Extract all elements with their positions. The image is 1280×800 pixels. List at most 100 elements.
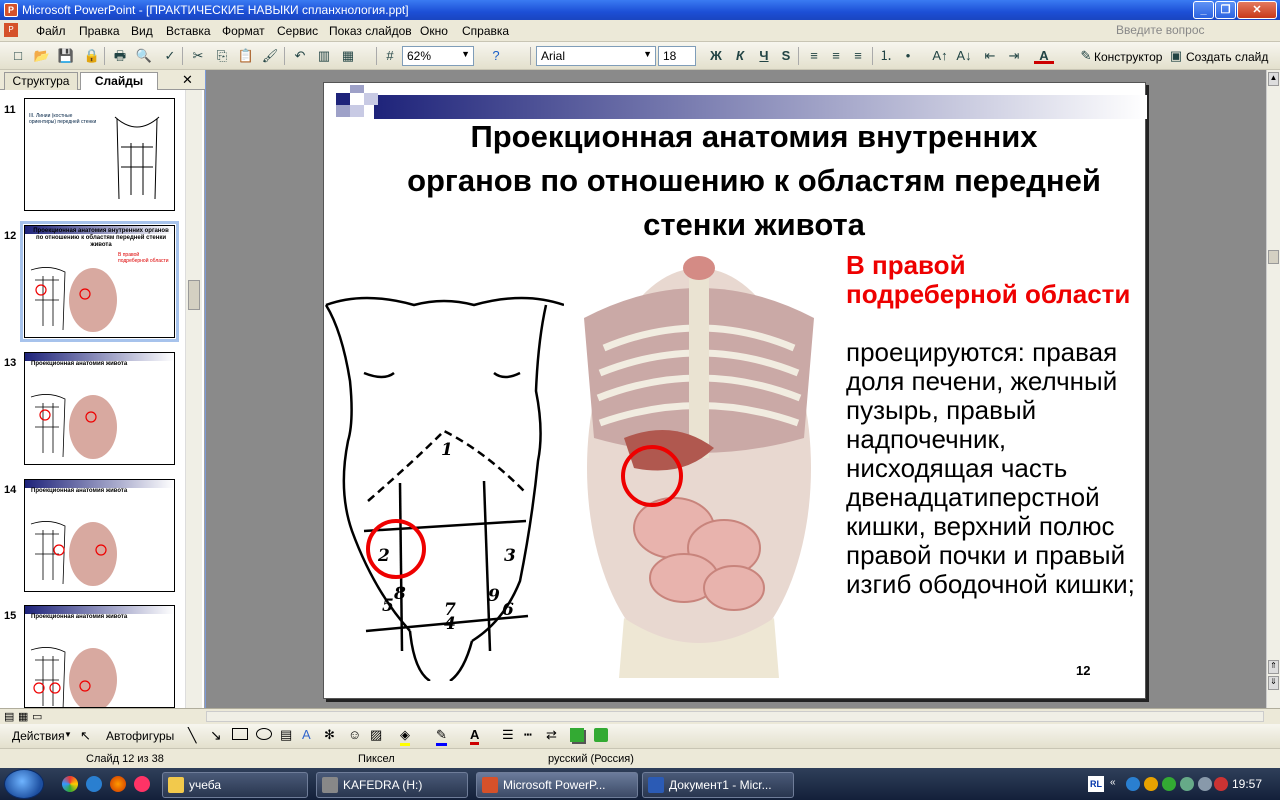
slides-pane-scrollbar[interactable] [185,90,202,708]
menu-slideshow[interactable]: Показ слайдов [329,24,412,38]
task-word[interactable]: Документ1 - Micr... [642,772,794,798]
cut-icon[interactable]: ✂ [188,46,208,66]
tab-slides[interactable]: Слайды [80,72,158,90]
underline-button[interactable]: Ч [754,46,774,66]
decrease-font-icon[interactable]: A↓ [954,46,974,66]
slide-thumbnail[interactable]: Проекционная анатомия живота [24,479,175,592]
grid-icon[interactable]: # [380,46,400,66]
vertical-scrollbar[interactable]: ▲ ⇑ ⇓ [1266,70,1280,708]
save-icon[interactable]: 💾 [56,46,76,66]
maximize-button[interactable]: ❐ [1215,1,1236,19]
spelling-icon[interactable]: ✓ [160,46,180,66]
network-icon[interactable] [1162,777,1176,791]
line-icon[interactable]: ╲ [188,727,196,744]
help-icon[interactable]: ? [486,46,506,66]
align-left-icon[interactable]: ≡ [804,46,824,66]
picture-icon[interactable]: ▨ [370,727,382,743]
close-pane-icon[interactable]: ✕ [182,72,193,88]
clock[interactable]: 19:57 [1232,777,1262,791]
show-hidden-icon[interactable]: « [1110,777,1116,788]
arrow-style-icon[interactable]: ⇄ [546,727,557,743]
task-drive[interactable]: KAFEDRA (H:) [316,772,468,798]
numbered-list-icon[interactable]: ⒈ [876,46,896,66]
zoom-select[interactable]: 62% ▼ [402,46,474,66]
bullet-list-icon[interactable]: • [898,46,918,66]
menu-edit[interactable]: Правка [79,24,120,38]
task-powerpoint[interactable]: Microsoft PowerP... [476,772,638,798]
print-preview-icon[interactable]: 🔍 [134,46,154,66]
chrome-icon[interactable] [62,776,78,792]
increase-indent-icon[interactable]: ⇥ [1004,46,1024,66]
tab-outline[interactable]: Структура [4,72,78,90]
menu-tools[interactable]: Сервис [277,24,318,38]
task-folder[interactable]: учеба [162,772,308,798]
slide-thumbnail[interactable]: Проекционная анатомия живота [24,605,175,708]
font-size-select[interactable]: 18 [658,46,696,66]
italic-button[interactable]: К [730,46,750,66]
shadow-style-icon[interactable] [570,728,584,742]
decrease-indent-icon[interactable]: ⇤ [980,46,1000,66]
new-icon[interactable]: □ [8,46,28,66]
line-color-icon[interactable]: ✎ [436,727,447,746]
antivirus-icon[interactable] [1214,777,1228,791]
update-icon[interactable] [1126,777,1140,791]
font-color-icon[interactable]: A [1034,46,1054,64]
bold-button[interactable]: Ж [706,46,726,66]
normal-view-icon[interactable]: ▤ [4,710,14,723]
firefox-icon[interactable] [110,776,126,792]
start-button[interactable] [4,769,44,799]
shadow-button[interactable]: S [776,46,796,66]
font-color-icon[interactable]: A [470,727,480,745]
wordart-icon[interactable]: A [302,727,311,742]
clipart-icon[interactable]: ☺ [348,727,361,742]
font-select[interactable]: Arial ▼ [536,46,656,66]
minimize-button[interactable]: _ [1193,1,1214,19]
diagram-icon[interactable]: ✻ [324,727,335,743]
media-icon[interactable] [134,776,150,792]
menu-window[interactable]: Окно [420,24,448,38]
maxthon-icon[interactable] [86,776,102,792]
help-question-input[interactable]: Введите вопрос [1116,23,1205,37]
format-painter-icon[interactable]: 🖌 [260,46,280,66]
copy-icon[interactable]: ⎘ [212,46,232,66]
autoshapes-menu[interactable]: Автофигуры [106,729,174,743]
line-style-icon[interactable]: ☰ [502,727,514,743]
align-right-icon[interactable]: ≡ [848,46,868,66]
dash-style-icon[interactable]: ┅ [524,727,532,743]
permission-icon[interactable]: 🔒 [82,46,102,66]
menu-help[interactable]: Справка [462,24,509,38]
paste-icon[interactable]: 📋 [236,46,256,66]
fill-color-icon[interactable]: ◈ [400,727,410,746]
menu-view[interactable]: Вид [131,24,153,38]
menu-file[interactable]: Файл [36,24,66,38]
increase-font-icon[interactable]: A↑ [930,46,950,66]
print-icon[interactable]: 🖶 [110,46,130,66]
scroll-up-icon[interactable]: ▲ [1268,72,1279,86]
next-slide-icon[interactable]: ⇓ [1268,676,1279,690]
menu-insert[interactable]: Вставка [166,24,211,38]
menu-format[interactable]: Формат [222,24,265,38]
slide-thumbnail[interactable]: Проекционная анатомия живота [24,352,175,465]
3d-style-icon[interactable] [594,728,608,742]
align-center-icon[interactable]: ≡ [826,46,846,66]
actions-menu[interactable]: Действия [12,729,65,743]
language-indicator[interactable]: RL [1088,776,1104,792]
textbox-icon[interactable]: ▤ [280,727,292,743]
prev-slide-icon[interactable]: ⇑ [1268,660,1279,674]
chart-icon[interactable]: ▥ [314,46,334,66]
designer-button[interactable]: Конструктор [1094,50,1162,64]
scroll-thumb[interactable] [1268,250,1279,264]
oval-icon[interactable] [256,728,272,740]
security-icon[interactable] [1144,777,1158,791]
volume-icon[interactable] [1180,777,1194,791]
horizontal-scrollbar[interactable] [206,711,1264,722]
arrow-icon[interactable]: ↘ [210,727,222,744]
slide[interactable]: Проекционная анатомия внутренних органов… [323,82,1147,699]
undo-icon[interactable]: ↶ [290,46,310,66]
new-slide-button[interactable]: Создать слайд [1186,50,1268,64]
select-pointer-icon[interactable]: ↖ [80,728,91,744]
open-icon[interactable]: 📂 [32,46,52,66]
sorter-view-icon[interactable]: ▦ [18,710,28,723]
slide-thumbnail-selected[interactable]: Проекционная анатомия внутренних органов… [20,221,179,342]
slideshow-view-icon[interactable]: ▭ [32,710,42,723]
